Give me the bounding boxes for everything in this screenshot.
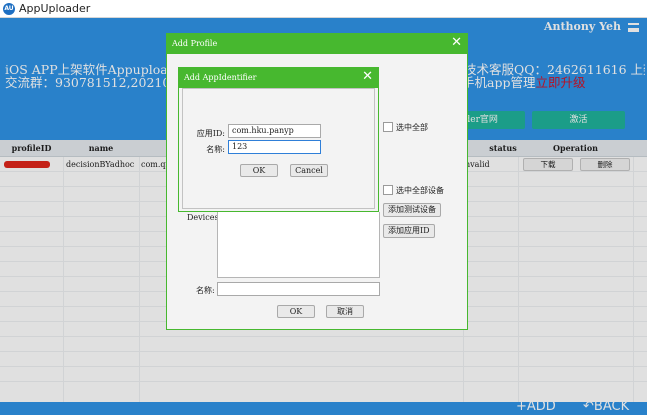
- select-all-devices-label: 选中全部设备: [396, 186, 444, 195]
- add-appidentifier-dialog: Add AppIdentifier ✕ 应用ID: com.hku.panyp …: [178, 67, 379, 212]
- devices-list[interactable]: [217, 212, 380, 278]
- dialog-header: Add Profile ✕: [167, 34, 467, 54]
- window-title: AppUploader: [19, 2, 91, 15]
- select-all-devices-checkbox[interactable]: [383, 185, 393, 195]
- add-test-device-button[interactable]: 添加测试设备: [383, 203, 441, 217]
- profile-name-label: 名称:: [196, 286, 215, 295]
- appid-name-input[interactable]: 123: [228, 140, 321, 154]
- dialog-title: Add AppIdentifier: [184, 73, 257, 82]
- profile-cancel-button[interactable]: 取消: [326, 305, 364, 318]
- app-logo-icon: AU: [3, 3, 15, 15]
- appid-ok-button[interactable]: OK: [240, 164, 278, 177]
- appid-name-label: 名称:: [206, 145, 225, 154]
- add-app-id-button[interactable]: 添加应用ID: [383, 224, 435, 238]
- close-icon[interactable]: ✕: [362, 69, 373, 85]
- window-titlebar: AU AppUploader: [0, 0, 647, 18]
- appid-cancel-button[interactable]: Cancel: [290, 164, 328, 177]
- profile-ok-button[interactable]: OK: [277, 305, 315, 318]
- dialog-title: Add Profile: [172, 39, 218, 48]
- select-all-label: 选中全部: [396, 123, 428, 132]
- select-all-checkbox[interactable]: [383, 122, 393, 132]
- dialog-header: Add AppIdentifier ✕: [179, 68, 378, 88]
- app-id-label: 应用ID:: [196, 129, 225, 138]
- close-icon[interactable]: ✕: [451, 35, 462, 51]
- profile-name-input[interactable]: [217, 282, 380, 296]
- app-id-input[interactable]: com.hku.panyp: [228, 124, 321, 138]
